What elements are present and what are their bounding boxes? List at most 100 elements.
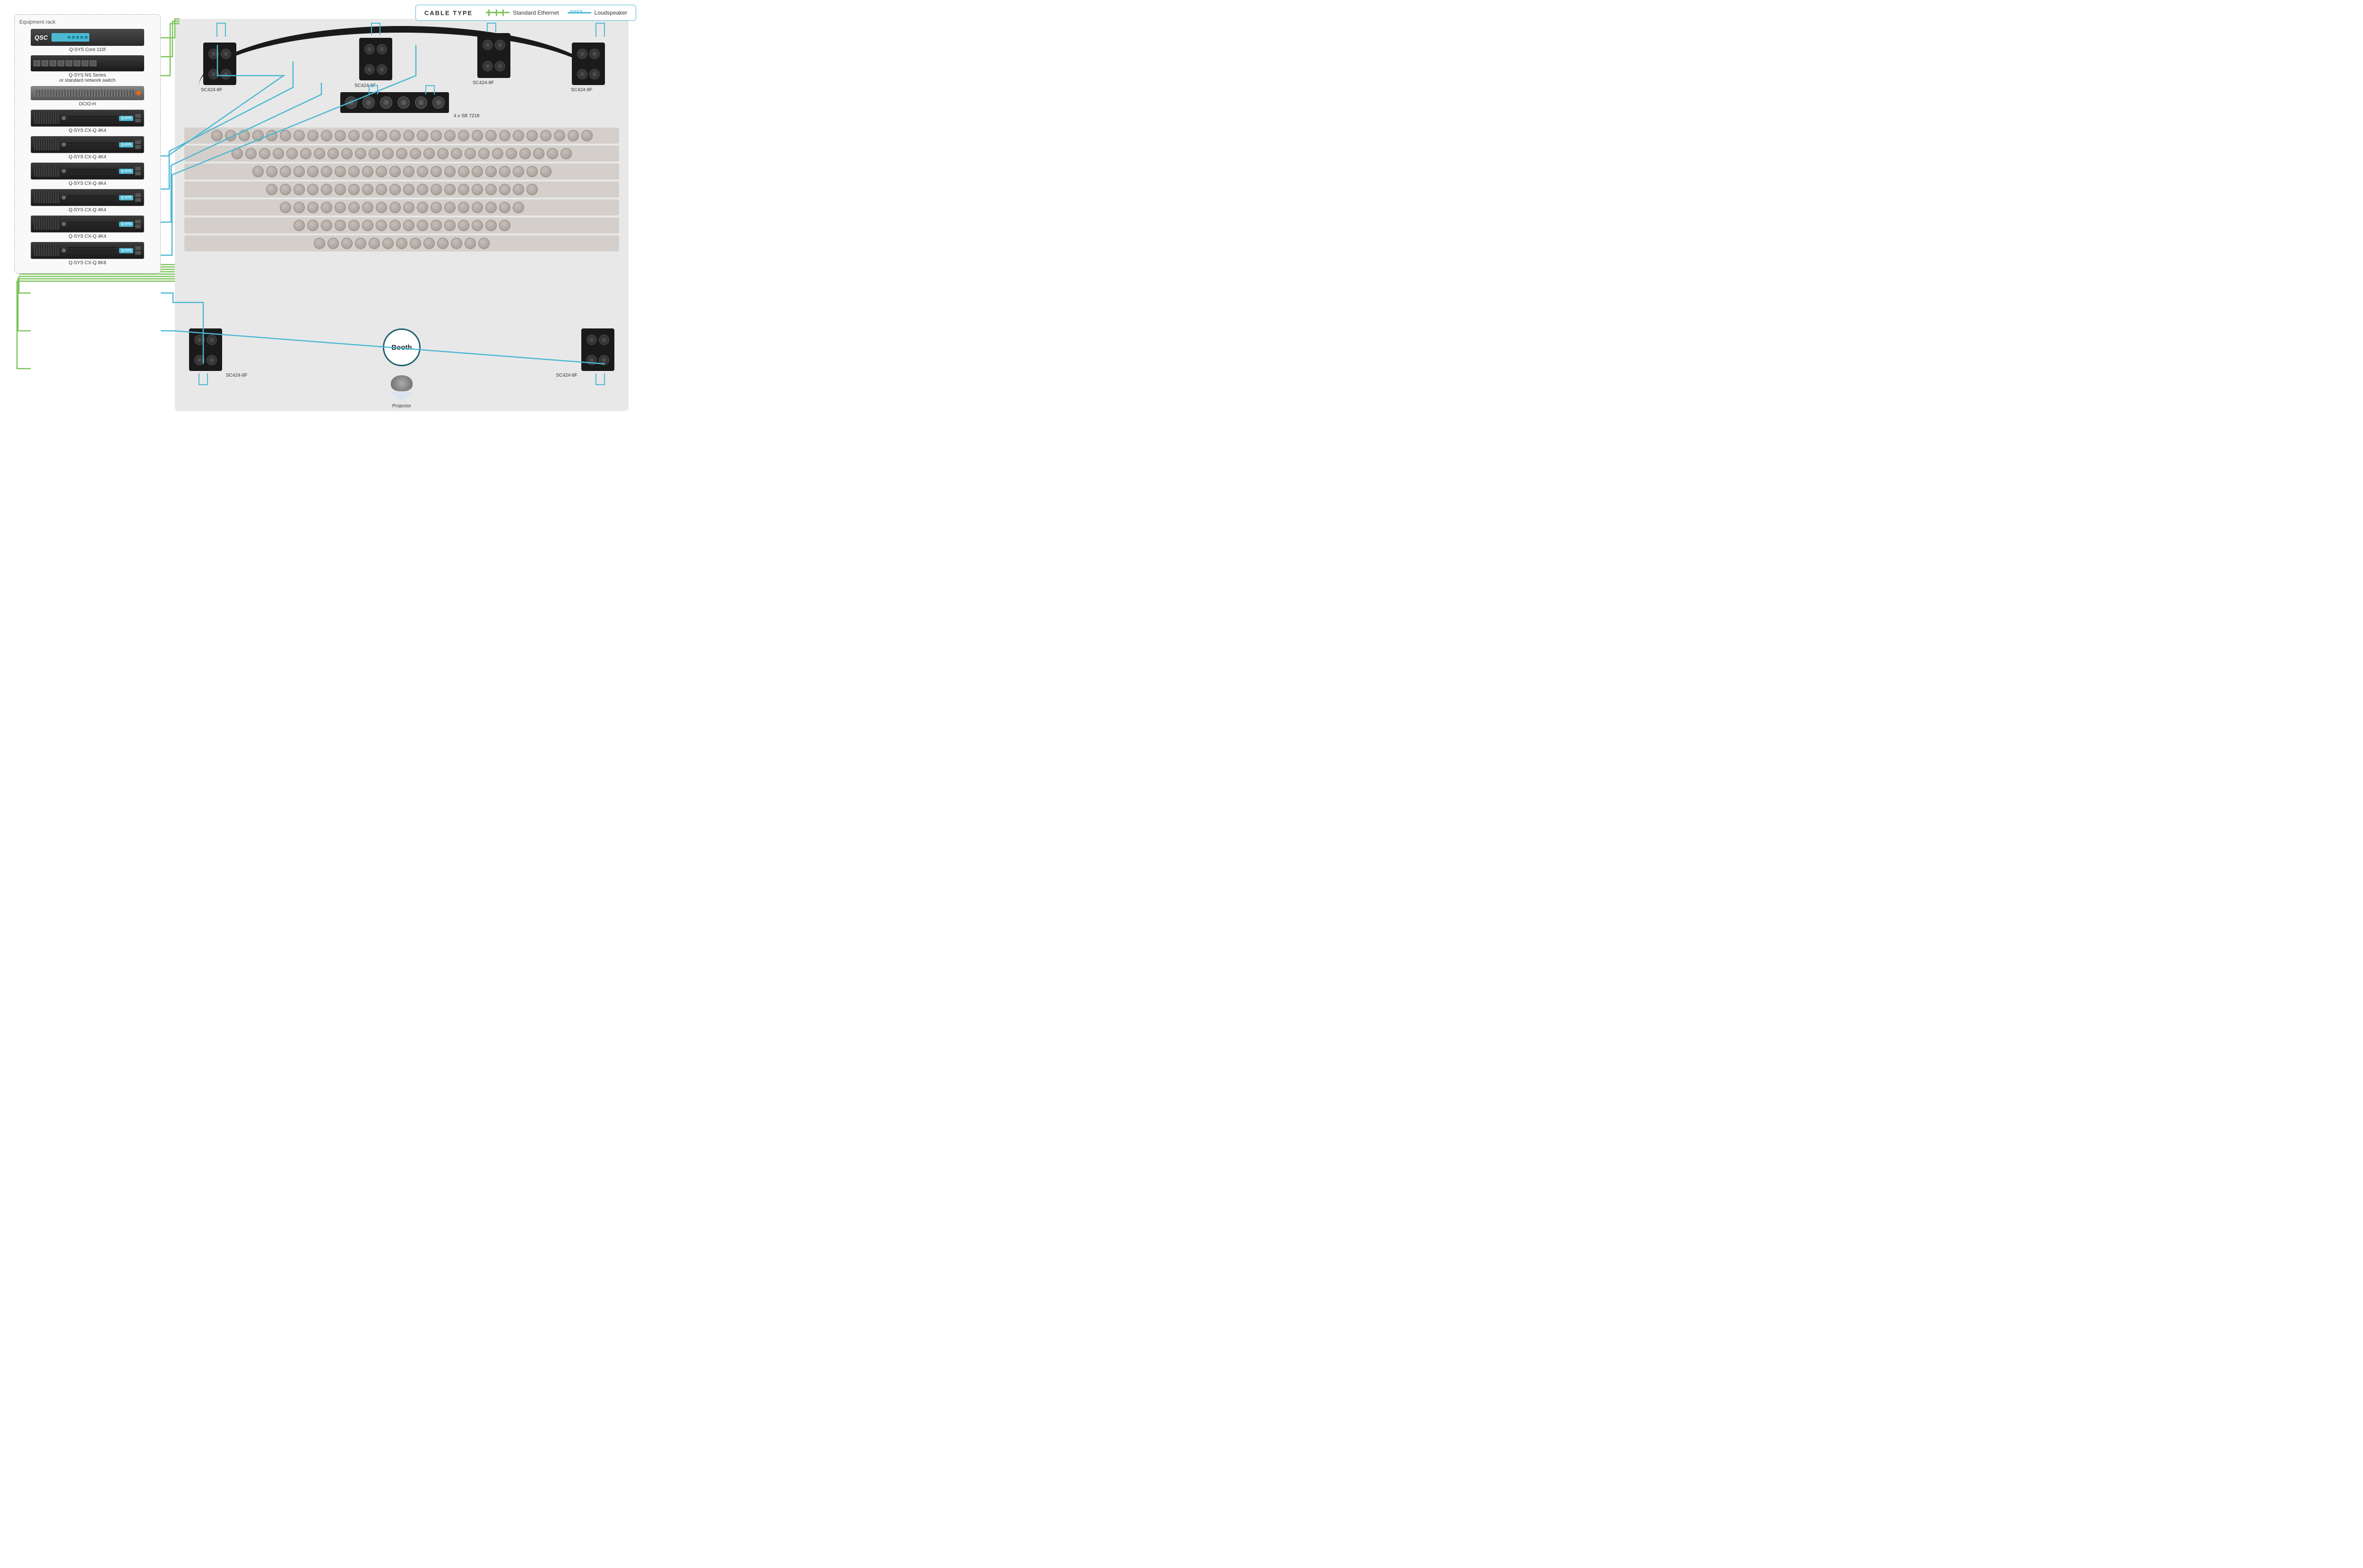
amp-vent-1 xyxy=(34,112,60,124)
cxq5-unit: Q-SYS xyxy=(31,215,144,233)
dcio-unit xyxy=(31,86,144,100)
cxq2-label: Q-SYS CX-Q 4K4 xyxy=(69,155,106,160)
bracket-sub-right xyxy=(425,85,435,95)
projector: Projector xyxy=(390,375,414,409)
cxq3-unit: Q-SYS xyxy=(31,163,144,180)
ns-series-unit xyxy=(31,55,144,71)
amp-knob-6 xyxy=(62,249,66,252)
speaker-back-left xyxy=(189,328,222,371)
seat-row-2 xyxy=(184,146,619,162)
port-8 xyxy=(90,60,96,66)
amp-ports-3 xyxy=(135,167,141,175)
cxq2-device: Q-SYS Q-SYS CX-Q 4K4 xyxy=(19,136,155,160)
amp-knob-5 xyxy=(62,222,66,226)
port-7 xyxy=(82,60,88,66)
bracket-fl-top xyxy=(216,23,226,37)
speaker-front-far-right xyxy=(572,43,605,85)
amp-vent-2 xyxy=(34,139,60,150)
legend-box: CABLE TYPE Standard Ethernet ≋≋≋≋ Loudsp… xyxy=(415,5,636,21)
amp-controls-4 xyxy=(68,195,117,200)
cxq2-unit: Q-SYS xyxy=(31,136,144,153)
booth-label: Booth xyxy=(391,344,412,352)
amp-vent-4 xyxy=(34,192,60,203)
bracket-sub-left xyxy=(369,85,378,95)
amp-ports-6 xyxy=(135,246,141,255)
speaker-front-rc xyxy=(477,33,510,78)
port-6 xyxy=(74,60,80,66)
amp-controls-3 xyxy=(68,169,117,173)
legend-title: CABLE TYPE xyxy=(424,9,473,17)
amp-ports-4 xyxy=(135,193,141,202)
ethernet-icon xyxy=(486,9,509,17)
cxq3-label: Q-SYS CX-Q 4K4 xyxy=(69,181,106,186)
cxq4-device: Q-SYS Q-SYS CX-Q 4K4 xyxy=(19,189,155,213)
dcio-device: DCIO-H xyxy=(19,86,155,107)
amp-controls-1 xyxy=(68,116,117,121)
led-1 xyxy=(68,36,70,39)
cxq1-label: Q-SYS CX-Q 4K4 xyxy=(69,128,106,133)
cxq1-unit: Q-SYS xyxy=(31,110,144,127)
amp-knob-4 xyxy=(62,196,66,199)
bracket-ffr-top xyxy=(595,23,605,37)
amp-knob-3 xyxy=(62,169,66,173)
qsys-badge-6: Q-SYS xyxy=(119,248,133,253)
amp-knob-2 xyxy=(62,143,66,146)
dcio-label: DCIO-H xyxy=(79,102,96,107)
legend-ethernet: Standard Ethernet xyxy=(486,9,559,17)
venue-area: SC424-8F SC424-8F SC424-8F SC424-8F 4 x … xyxy=(175,19,629,411)
amp-knob-1 xyxy=(62,116,66,120)
projector-body xyxy=(391,375,413,391)
qsc-core-label: Q-SYS Core 110f xyxy=(69,47,105,52)
loudspeaker-icon: ≋≋≋≋ xyxy=(568,9,591,17)
amp-controls-6 xyxy=(68,247,117,254)
cxq3-device: Q-SYS Q-SYS CX-Q 4K4 xyxy=(19,163,155,186)
amp-vent-5 xyxy=(34,218,60,230)
port-3 xyxy=(50,60,56,66)
amp-vent-3 xyxy=(34,165,60,177)
speaker-br-label: SC424-8F xyxy=(556,373,578,378)
booth-circle: Booth xyxy=(383,328,421,366)
led-2 xyxy=(72,36,75,39)
amp-controls-5 xyxy=(68,222,117,226)
amp-ports-5 xyxy=(135,220,141,228)
qsys-badge-3: Q-SYS xyxy=(119,169,133,174)
cxq4-unit: Q-SYS xyxy=(31,189,144,206)
seat-row-6 xyxy=(184,217,619,233)
qsc-core-unit: QSC xyxy=(31,29,144,46)
speaker-ffr-label: SC424-8F xyxy=(571,87,593,93)
ns-series-label: Q-SYS NS Seriesor standard network switc… xyxy=(60,73,116,83)
port-4 xyxy=(58,60,64,66)
stage-arch xyxy=(198,26,605,87)
seat-row-7 xyxy=(184,235,619,251)
seat-row-4 xyxy=(184,181,619,198)
led-5 xyxy=(85,36,87,39)
qsys-badge-4: Q-SYS xyxy=(119,195,133,200)
qsys-badge-5: Q-SYS xyxy=(119,222,133,227)
speaker-bl-label: SC424-8F xyxy=(226,373,248,378)
qsc-logo: QSC xyxy=(34,34,48,41)
speaker-front-left xyxy=(203,43,236,85)
subwoofer-array xyxy=(340,92,449,113)
qsys-badge-1: Q-SYS xyxy=(119,116,133,121)
loudspeaker-label: Loudspeaker xyxy=(595,9,627,16)
bracket-fc-top xyxy=(371,23,380,35)
bracket-frc-top xyxy=(487,23,496,32)
led-4 xyxy=(80,36,83,39)
speaker-back-right xyxy=(581,328,614,371)
projector-light xyxy=(390,392,414,402)
legend-loudspeaker: ≋≋≋≋ Loudspeaker xyxy=(568,9,627,17)
port-1 xyxy=(34,60,40,66)
port-2 xyxy=(42,60,48,66)
qsc-display xyxy=(52,33,89,42)
led-3 xyxy=(76,36,79,39)
seat-row-3 xyxy=(184,164,619,180)
rack-title: Equipment rack xyxy=(19,19,155,25)
cxq5-label: Q-SYS CX-Q 4K4 xyxy=(69,234,106,239)
cxq4-label: Q-SYS CX-Q 4K4 xyxy=(69,207,106,213)
port-5 xyxy=(66,60,72,66)
qsc-core-device: QSC Q-SYS Core 110f xyxy=(19,29,155,52)
amp-ports-1 xyxy=(135,114,141,122)
equipment-rack: Equipment rack QSC Q-SYS Core 110f xyxy=(14,14,161,274)
amp-vent-6 xyxy=(34,245,60,256)
cxq6-unit: Q-SYS xyxy=(31,242,144,259)
